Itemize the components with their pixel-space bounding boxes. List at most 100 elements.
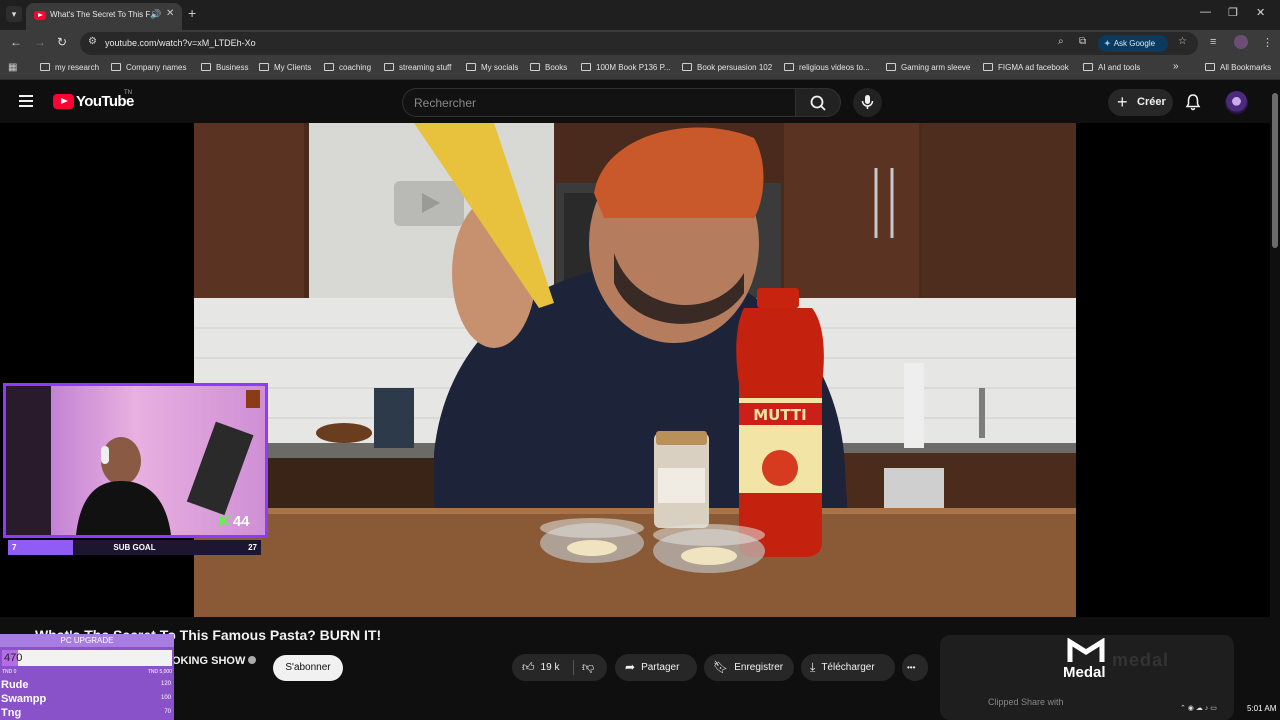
folder-icon: [983, 63, 993, 71]
bookmark-folder[interactable]: FIGMA ad facebook: [983, 63, 1069, 72]
kick-logo-icon: K: [219, 513, 230, 530]
more-actions-button[interactable]: •••: [902, 654, 928, 681]
bookmark-folder[interactable]: My socials: [466, 63, 518, 72]
restore-icon[interactable]: ❐: [1228, 6, 1238, 19]
share-button[interactable]: ➦ Partager: [615, 654, 697, 681]
menu-hamburger-icon[interactable]: [19, 95, 33, 110]
microphone-icon: [861, 95, 874, 109]
ask-google-button[interactable]: ✦ Ask Google: [1098, 35, 1168, 52]
screen: ▾ What's The Secret To This F 🔊 ✕ + — ❐ …: [0, 0, 1280, 720]
bookmark-star-icon[interactable]: ☆: [1178, 36, 1187, 47]
bookmark-folder[interactable]: Books: [530, 63, 567, 72]
leaderboard-row: Tng 70: [0, 707, 174, 720]
sub-goal-label: SUB GOAL: [113, 543, 156, 552]
folder-icon: [201, 63, 211, 71]
leaderboard-value: 100: [160, 695, 171, 701]
window-close-icon[interactable]: ✕: [1256, 6, 1265, 19]
bookmark-folder[interactable]: Gaming arm sleeve: [886, 63, 970, 72]
youtube-favicon-icon: [34, 11, 46, 20]
recommended-video-title: Clipped Share with: [988, 697, 1064, 707]
leaderboard-name: Tng: [1, 707, 22, 719]
zoom-search-icon[interactable]: ⌕: [1058, 36, 1064, 47]
pc-upgrade-max: TND 5,000: [147, 669, 172, 675]
folder-icon: [581, 63, 591, 71]
folder-icon: [259, 63, 269, 71]
bookmark-folder[interactable]: Book persuasion 102: [682, 63, 772, 72]
folder-icon: [1083, 63, 1093, 71]
notifications-bell-icon[interactable]: [1184, 93, 1202, 116]
folder-icon: [324, 63, 334, 71]
kick-counter: K 44: [219, 513, 250, 530]
more-bookmarks-icon[interactable]: »: [1173, 61, 1179, 72]
bookmarks-bar: ▦ my research Company names Business My …: [0, 57, 1280, 80]
tab-audio-icon[interactable]: 🔊: [150, 9, 161, 20]
apps-grid-icon[interactable]: ▦: [8, 62, 17, 73]
system-tray-icons[interactable]: ⌃ ◉ ☁ ♪ ▭: [1180, 704, 1217, 712]
ask-google-label: Ask Google: [1113, 39, 1156, 48]
folder-icon: [886, 63, 896, 71]
download-button[interactable]: ⤓ Télécharger: [801, 654, 895, 681]
address-bar[interactable]: ⚙ youtube.com/watch?v=xM_LTDEh-Xo ⌕ ⧉ ✦ A…: [80, 32, 1198, 55]
search-button[interactable]: [795, 88, 841, 117]
save-button[interactable]: 🔖︎ Enregistrer: [704, 654, 794, 681]
voice-search-button[interactable]: [853, 88, 882, 117]
like-button[interactable]: 👍︎ 19 k: [522, 660, 560, 674]
account-avatar[interactable]: [1225, 91, 1248, 114]
medal-background-text: medal: [1112, 650, 1170, 670]
forward-icon[interactable]: →: [34, 35, 46, 49]
dislike-button[interactable]: 👎︎: [582, 654, 600, 681]
subscribe-button[interactable]: S'abonner: [273, 655, 343, 681]
page-scrollbar[interactable]: [1270, 81, 1280, 720]
cast-icon[interactable]: ⧉: [1079, 36, 1086, 47]
sub-goal-target: 27: [248, 543, 257, 552]
svg-text:MUTTI: MUTTI: [753, 406, 807, 424]
thumbs-up-icon: 👍︎: [522, 660, 535, 674]
bookmark-folder[interactable]: 100M Book P136 P...: [581, 63, 671, 72]
share-arrow-icon: ➦: [625, 660, 636, 674]
create-button[interactable]: + Créer: [1108, 89, 1173, 116]
bookmark-folder[interactable]: my research: [40, 63, 99, 72]
create-label: Créer: [1137, 96, 1166, 108]
folder-icon: [384, 63, 394, 71]
bookmark-folder[interactable]: My Clients: [259, 63, 311, 72]
channel-name[interactable]: OKING SHOW: [172, 655, 257, 667]
medal-logo-icon: [1067, 638, 1105, 662]
like-count: 19 k: [540, 662, 560, 673]
leaderboard-value: 120: [160, 681, 171, 687]
leaderboard-name: Rude: [1, 679, 29, 691]
bookmark-folder[interactable]: coaching: [324, 63, 371, 72]
search-input[interactable]: Rechercher: [402, 88, 795, 117]
leaderboard-row: Rude 120: [0, 679, 174, 693]
browser-tab-strip: ▾ What's The Secret To This F 🔊 ✕ + — ❐ …: [0, 0, 1280, 30]
chrome-menu-icon[interactable]: ⋮: [1262, 36, 1273, 49]
extensions-icon[interactable]: ≡: [1210, 36, 1216, 48]
leaderboard-value: 70: [164, 709, 171, 715]
youtube-logo-icon[interactable]: [53, 94, 74, 109]
video-frame[interactable]: MUTTI: [194, 123, 1076, 617]
all-bookmarks-folder[interactable]: All Bookmarks: [1205, 63, 1271, 72]
new-tab-icon[interactable]: +: [188, 5, 196, 21]
sub-goal-bar: 7 SUB GOAL 27: [8, 540, 261, 555]
pc-upgrade-amount: 470: [4, 652, 23, 664]
bookmark-folder[interactable]: Company names: [111, 63, 186, 72]
folder-icon: [466, 63, 476, 71]
profile-avatar[interactable]: [1234, 35, 1248, 49]
tab-title: What's The Secret To This F: [50, 10, 150, 19]
bookmark-folder[interactable]: streaming stuff: [384, 63, 451, 72]
site-info-icon[interactable]: ⚙: [88, 36, 97, 47]
bookmark-icon: 🔖︎: [713, 660, 729, 674]
browser-tab-active[interactable]: What's The Secret To This F 🔊 ✕: [26, 3, 182, 30]
folder-icon: [682, 63, 692, 71]
minimize-icon[interactable]: —: [1200, 6, 1211, 18]
scrollbar-thumb[interactable]: [1272, 93, 1278, 248]
bookmark-folder[interactable]: AI and tools: [1083, 63, 1140, 72]
reload-icon[interactable]: ↻: [57, 35, 67, 49]
leaderboard-row: Swampp 100: [0, 693, 174, 707]
tab-close-icon[interactable]: ✕: [166, 8, 174, 19]
bookmark-folder[interactable]: religious videos to...: [784, 63, 870, 72]
verified-badge-icon: [248, 656, 257, 664]
folder-icon: [530, 63, 540, 71]
back-icon[interactable]: ←: [10, 35, 22, 49]
bookmark-folder[interactable]: Business: [201, 63, 248, 72]
tab-search-dropdown-icon[interactable]: ▾: [6, 6, 22, 22]
